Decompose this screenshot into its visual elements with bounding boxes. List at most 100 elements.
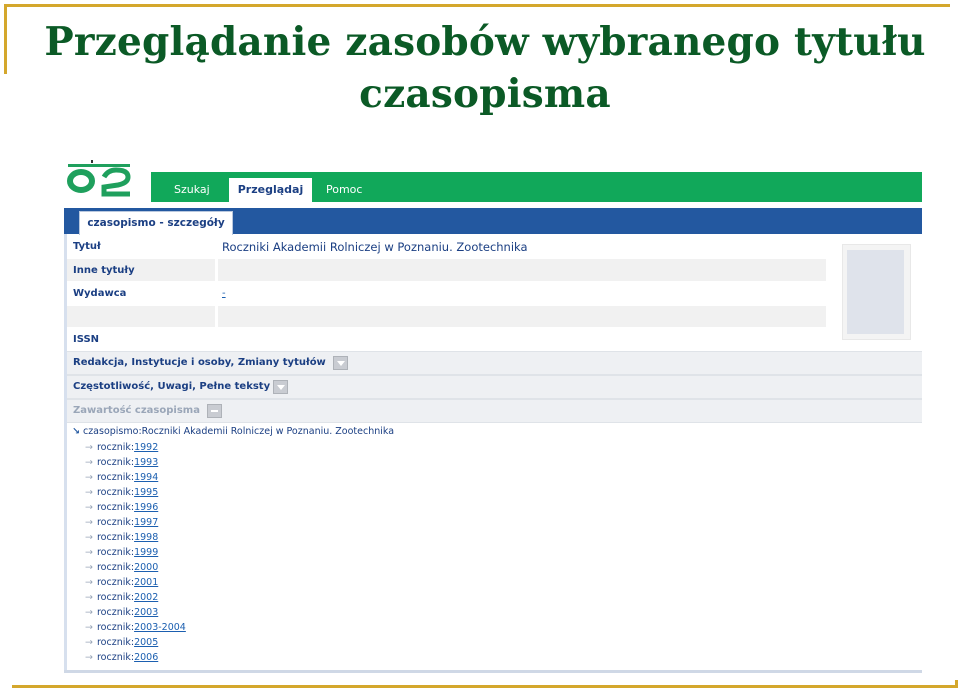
list-item: → rocznik:2005 (85, 635, 186, 650)
year-prefix: rocznik: (96, 487, 135, 498)
year-prefix: rocznik: (96, 637, 135, 648)
list-item: → rocznik:1996 (85, 500, 186, 515)
year-link[interactable]: 1993 (134, 457, 158, 468)
year-prefix: rocznik: (96, 502, 135, 513)
section-frequency[interactable]: Częstotliwość, Uwagi, Pełne teksty (67, 375, 922, 399)
year-link[interactable]: 1992 (134, 442, 158, 453)
year-list: → rocznik:1992 → rocznik:1993 → rocznik:1994 →… (85, 440, 186, 665)
main-nav-bar: Szukaj Przeglądaj Pomoc (151, 172, 922, 202)
title-label: Tytuł (73, 241, 101, 252)
year-link[interactable]: 2003 (134, 607, 158, 618)
list-item: → rocznik:2000 (85, 560, 186, 575)
cover-placeholder (847, 250, 904, 334)
list-item: → rocznik:2006 (85, 650, 186, 665)
top-rule-left (4, 4, 7, 74)
list-item: → rocznik:1997 (85, 515, 186, 530)
tab-pomoc[interactable]: Pomoc (326, 178, 362, 202)
section-contents-label: Zawartość czasopisma (73, 405, 200, 416)
arrow-right-icon: → (85, 457, 93, 468)
list-item: → rocznik:2001 (85, 575, 186, 590)
year-prefix: rocznik: (96, 652, 135, 663)
list-item: → rocznik:2003-2004 (85, 620, 186, 635)
arrow-right-icon: → (85, 487, 93, 498)
year-prefix: rocznik: (96, 622, 135, 633)
blank-value-cell (218, 306, 826, 327)
dropdown-icon[interactable] (273, 380, 288, 394)
year-link[interactable]: 1998 (134, 532, 158, 543)
row-issn: ISSN (67, 329, 922, 349)
year-link[interactable]: 2000 (134, 562, 158, 573)
year-prefix: rocznik: (96, 607, 135, 618)
arrow-right-icon: → (85, 517, 93, 528)
collapse-icon[interactable] (207, 404, 222, 418)
arrow-right-icon: → (85, 592, 93, 603)
arrow-right-icon: → (85, 652, 93, 663)
tree-root: ↘ czasopismo:Roczniki Akademii Rolniczej … (72, 426, 394, 437)
arrow-right-icon: → (85, 637, 93, 648)
arrow-right-icon: → (85, 547, 93, 558)
year-prefix: rocznik: (96, 442, 135, 453)
tab-szukaj[interactable]: Szukaj (174, 178, 210, 202)
year-prefix: rocznik: (96, 547, 135, 558)
arrow-right-icon: → (85, 577, 93, 588)
section-frequency-label: Częstotliwość, Uwagi, Pełne teksty (73, 381, 271, 392)
year-link[interactable]: 2005 (134, 637, 158, 648)
year-prefix: rocznik: (96, 472, 135, 483)
year-link[interactable]: 2003-2004 (134, 622, 186, 633)
tab-journal-details[interactable]: czasopismo - szczegóły (79, 211, 233, 235)
year-link[interactable]: 1996 (134, 502, 158, 513)
publisher-label: Wydawca (73, 288, 127, 299)
list-item: → rocznik:2003 (85, 605, 186, 620)
row-other-titles: Inne tytuły (67, 259, 922, 281)
dropdown-icon[interactable] (333, 356, 348, 370)
arrow-right-icon: → (85, 607, 93, 618)
list-item: → rocznik:1993 (85, 455, 186, 470)
year-link[interactable]: 2002 (134, 592, 158, 603)
list-item: → rocznik:1992 (85, 440, 186, 455)
other-titles-label: Inne tytuły (73, 265, 135, 276)
year-link[interactable]: 1995 (134, 487, 158, 498)
year-prefix: rocznik: (96, 457, 135, 468)
year-link[interactable]: 1999 (134, 547, 158, 558)
list-item: → rocznik:1998 (85, 530, 186, 545)
list-item: → rocznik:2002 (85, 590, 186, 605)
arrow-right-icon: → (85, 472, 93, 483)
row-publisher: Wydawca - (67, 283, 922, 305)
year-prefix: rocznik: (96, 532, 135, 543)
slide-title: Przeglądanie zasobów wybranego tytułu cz… (40, 16, 930, 120)
arrow-right-icon: → (85, 562, 93, 573)
list-item: → rocznik:1999 (85, 545, 186, 560)
year-prefix: rocznik: (96, 577, 135, 588)
arrow-right-icon: → (85, 622, 93, 633)
arrow-right-icon: → (85, 532, 93, 543)
bottom-rule (12, 685, 958, 688)
blank-label-cell (67, 306, 215, 327)
issn-label: ISSN (73, 334, 100, 345)
list-item: → rocznik:1994 (85, 470, 186, 485)
arrow-down-right-icon: ↘ (72, 426, 80, 437)
year-prefix: rocznik: (96, 562, 135, 573)
section-editorial[interactable]: Redakcja, Instytucje i osoby, Zmiany tyt… (67, 351, 922, 375)
list-item: → rocznik:1995 (85, 485, 186, 500)
section-editorial-label: Redakcja, Instytucje i osoby, Zmiany tyt… (73, 357, 326, 368)
bottom-rule-right (955, 680, 958, 688)
app-bottom-border (64, 670, 922, 673)
year-link[interactable]: 2006 (134, 652, 158, 663)
section-contents[interactable]: Zawartość czasopisma (67, 399, 922, 423)
arrow-right-icon: → (85, 442, 93, 453)
tree-root-label: czasopismo:Roczniki Akademii Rolniczej w… (82, 426, 395, 437)
title-value: Roczniki Akademii Rolniczej w Poznaniu. … (222, 240, 528, 254)
row-title: Tytuł Roczniki Akademii Rolniczej w Pozn… (67, 236, 922, 258)
slide-title-line-2: czasopisma (359, 71, 611, 117)
logo-icon[interactable] (66, 160, 136, 200)
slide-title-line-1: Przeglądanie zasobów wybranego tytułu (44, 19, 926, 65)
publisher-link[interactable]: - (222, 288, 226, 299)
tab-przegladaj[interactable]: Przeglądaj (229, 178, 312, 202)
year-link[interactable]: 1997 (134, 517, 158, 528)
year-prefix: rocznik: (96, 592, 135, 603)
arrow-right-icon: → (85, 502, 93, 513)
top-rule (4, 4, 950, 7)
year-prefix: rocznik: (96, 517, 135, 528)
year-link[interactable]: 1994 (134, 472, 158, 483)
year-link[interactable]: 2001 (134, 577, 158, 588)
